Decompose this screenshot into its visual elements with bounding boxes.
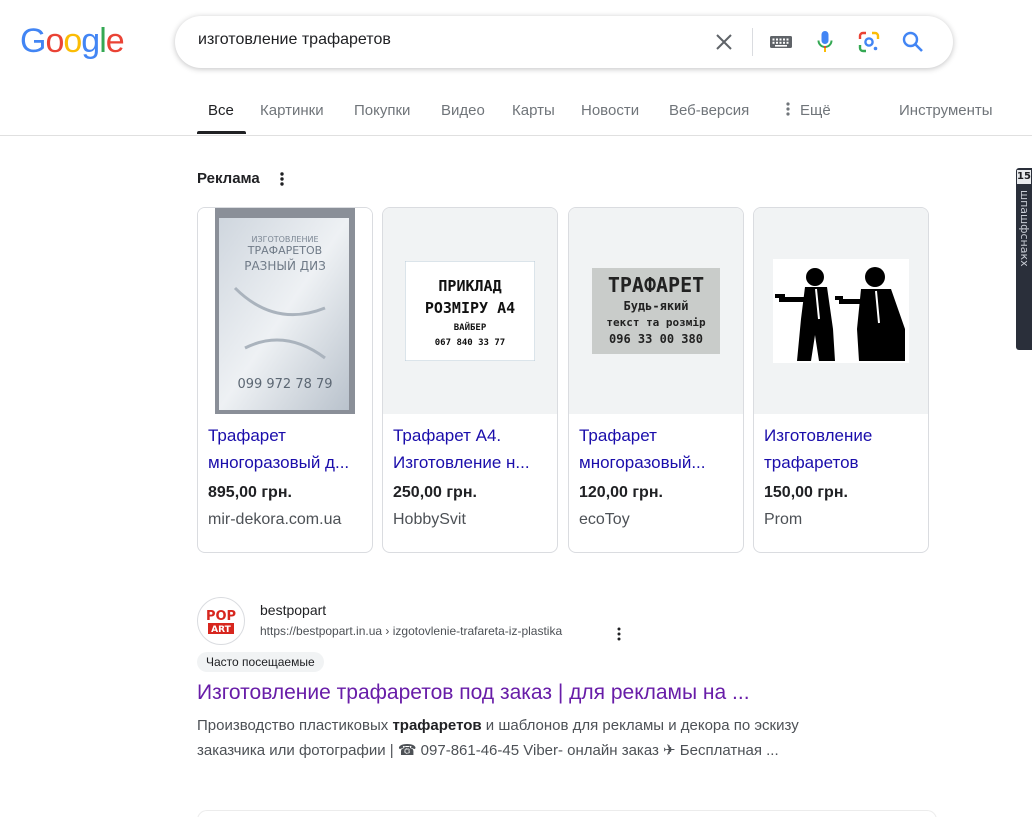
product-title[interactable]: Трафарет многоразовый д... xyxy=(208,422,366,476)
search-actions xyxy=(702,16,935,68)
tab-news[interactable]: Новости xyxy=(581,102,639,119)
product-price: 150,00 грн. xyxy=(764,484,848,501)
divider xyxy=(752,28,753,56)
product-card[interactable]: ТРАФАРЕТ Будь-який текст та розмір 096 3… xyxy=(568,207,744,553)
image-text: текст та розмір xyxy=(606,316,706,329)
result-title-link[interactable]: Изготовление трафаретов под заказ | для … xyxy=(197,681,750,705)
product-title-line: Изготовление н... xyxy=(393,453,530,472)
site-favicon[interactable]: POP ART xyxy=(197,597,245,645)
logo-letter: o xyxy=(63,22,82,60)
snippet-text: и шаблонов для рекламы и декора по эскиз… xyxy=(481,717,799,734)
keyboard-icon[interactable] xyxy=(759,20,803,64)
google-lens-icon[interactable] xyxy=(847,20,891,64)
logo-letter: o xyxy=(45,22,64,60)
image-text: ИЗГОТОВЛЕНИЕ xyxy=(251,235,318,244)
snippet-text: заказчика или фотографии | ☎ 097-861-46-… xyxy=(197,742,779,759)
image-text: ПРИКЛАД xyxy=(438,277,501,295)
product-card[interactable]: ИЗГОТОВЛЕНИЕ ТРАФАРЕТОВ РАЗНЫЙ ДИЗ 099 9… xyxy=(197,207,373,553)
snippet-highlight: трафаретов xyxy=(392,717,482,734)
logo-letter: g xyxy=(81,22,100,60)
favicon-text: POP xyxy=(206,609,236,624)
image-text: РОЗМІРУ А4 xyxy=(425,299,515,317)
ads-label: Реклама xyxy=(197,170,260,187)
frequently-visited-badge: Часто посещаемые xyxy=(197,652,324,672)
product-store: mir-dekora.com.ua xyxy=(208,511,342,528)
product-price: 895,00 грн. xyxy=(208,484,292,501)
favicon-text: ART xyxy=(211,625,231,635)
ads-more-icon[interactable] xyxy=(276,170,288,188)
product-image: ТРАФАРЕТ Будь-який текст та розмір 096 3… xyxy=(569,208,743,414)
tab-images[interactable]: Картинки xyxy=(260,102,324,119)
tab-all[interactable]: Все xyxy=(208,102,234,119)
tab-more[interactable]: Ещё xyxy=(786,102,831,119)
product-title-line: Трафарет А4. xyxy=(393,426,502,445)
google-logo[interactable]: Google xyxy=(20,22,125,61)
tab-web[interactable]: Веб-версия xyxy=(669,102,749,119)
tab-tools[interactable]: Инструменты xyxy=(899,102,993,119)
tab-videos[interactable]: Видео xyxy=(441,102,485,119)
product-store: Prom xyxy=(764,511,803,528)
product-title[interactable]: Изготовление трафаретов xyxy=(764,422,922,476)
image-text: РАЗНЫЙ ДИЗ xyxy=(244,258,326,273)
tab-more-label: Ещё xyxy=(800,102,831,119)
search-icon[interactable] xyxy=(891,20,935,64)
product-title-line: многоразовый д... xyxy=(208,453,350,472)
product-title-line: многоразовый... xyxy=(579,453,706,472)
image-text: 067 840 33 77 xyxy=(435,338,505,348)
result-more-icon[interactable] xyxy=(615,626,623,642)
image-text: 099 972 78 79 xyxy=(237,377,332,392)
widget-label: шпашфснакх xyxy=(1018,190,1031,267)
widget-count-badge: 15 xyxy=(1017,170,1031,184)
product-title-line: Трафарет xyxy=(208,426,286,445)
logo-letter: e xyxy=(105,22,125,60)
active-tab-indicator xyxy=(197,131,246,134)
search-tabs: Все Картинки Покупки Видео Карты Новости… xyxy=(0,88,1032,136)
product-title[interactable]: Трафарет А4. Изготовление н... xyxy=(393,422,551,476)
close-icon[interactable] xyxy=(702,20,746,64)
image-text: 096 33 00 380 xyxy=(609,332,703,346)
product-image xyxy=(754,208,928,414)
logo-letter: G xyxy=(20,22,46,60)
tab-shopping[interactable]: Покупки xyxy=(354,102,410,119)
search-box xyxy=(175,16,953,68)
product-image: ПРИКЛАД РОЗМІРУ А4 ВАЙБЕР 067 840 33 77 xyxy=(383,208,557,414)
product-title-line: трафаретов xyxy=(764,453,859,472)
image-text: ТРАФАРЕТОВ xyxy=(247,244,322,257)
site-name[interactable]: bestpopart xyxy=(260,602,326,618)
product-title[interactable]: Трафарет многоразовый... xyxy=(579,422,737,476)
more-vert-icon xyxy=(786,102,790,116)
product-store: ecoToy xyxy=(579,511,630,528)
search-input[interactable] xyxy=(198,31,698,49)
side-extension-widget[interactable]: 15 шпашфснакх xyxy=(1016,168,1032,350)
tab-maps[interactable]: Карты xyxy=(512,102,555,119)
result-snippet: Производство пластиковых трафаретов и ша… xyxy=(197,713,837,763)
snippet-text: Производство пластиковых xyxy=(197,717,393,734)
product-store: HobbySvit xyxy=(393,511,466,528)
next-result-card xyxy=(197,810,937,817)
product-price: 120,00 грн. xyxy=(579,484,663,501)
product-title-line: Изготовление xyxy=(764,426,873,445)
image-text: Будь-який xyxy=(623,299,688,313)
site-url[interactable]: https://bestpopart.in.ua › izgotovlenie-… xyxy=(260,624,562,638)
product-card[interactable]: Изготовление трафаретов 150,00 грн. Prom xyxy=(753,207,929,553)
product-title-line: Трафарет xyxy=(579,426,657,445)
image-text: ВАЙБЕР xyxy=(454,321,487,333)
product-image: ИЗГОТОВЛЕНИЕ ТРАФАРЕТОВ РАЗНЫЙ ДИЗ 099 9… xyxy=(198,208,372,414)
product-price: 250,00 грн. xyxy=(393,484,477,501)
image-text: ТРАФАРЕТ xyxy=(608,273,704,297)
microphone-icon[interactable] xyxy=(803,20,847,64)
product-card[interactable]: ПРИКЛАД РОЗМІРУ А4 ВАЙБЕР 067 840 33 77 … xyxy=(382,207,558,553)
